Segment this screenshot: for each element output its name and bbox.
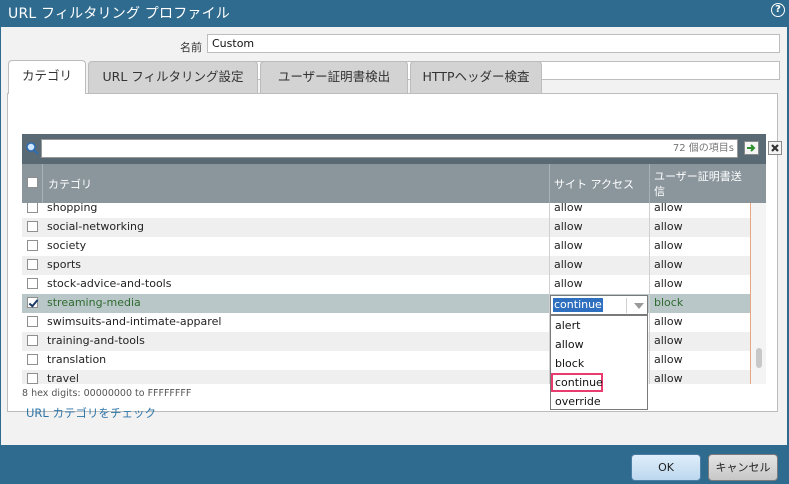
- item-count: 72 個の項目s: [672, 143, 734, 154]
- scrollbar-thumb[interactable]: [756, 348, 762, 368]
- dropdown-option-block[interactable]: block: [551, 354, 647, 373]
- cancel-button[interactable]: キャンセル: [708, 454, 778, 481]
- row-checkbox[interactable]: [27, 335, 38, 346]
- row-checkbox[interactable]: [27, 373, 38, 384]
- tab-category[interactable]: カテゴリ: [8, 60, 86, 94]
- row-checkbox[interactable]: [27, 240, 38, 251]
- row-checkbox[interactable]: [27, 297, 38, 308]
- tab-http-header-inspection[interactable]: HTTPヘッダー検査: [410, 61, 542, 93]
- site-access-combobox[interactable]: continue: [550, 295, 648, 315]
- header-site-access[interactable]: サイト アクセス: [550, 164, 650, 203]
- name-label: 名前: [180, 41, 202, 54]
- row-checkbox[interactable]: [27, 278, 38, 289]
- title-bar: URL フィルタリング プロファイル ?: [0, 0, 789, 27]
- table-row[interactable]: sports allow allow: [22, 256, 750, 275]
- combobox-value[interactable]: continue: [553, 298, 603, 312]
- check-url-category-link[interactable]: URL カテゴリをチェック: [26, 405, 156, 421]
- search-input[interactable]: 72 個の項目s: [41, 139, 738, 158]
- dropdown-option-continue[interactable]: continue: [551, 373, 603, 392]
- table-row[interactable]: social-networking allow allow: [22, 218, 750, 237]
- clear-filter-icon[interactable]: [768, 141, 782, 155]
- tab-url-filtering-settings[interactable]: URL フィルタリング設定: [88, 61, 258, 93]
- table-header: カテゴリ サイト アクセス ユーザー証明書送信: [22, 164, 766, 203]
- search-icon: [26, 142, 39, 155]
- vertical-scrollbar[interactable]: [750, 203, 766, 384]
- row-checkbox[interactable]: [27, 259, 38, 270]
- header-category[interactable]: カテゴリ: [43, 164, 550, 203]
- select-all-checkbox[interactable]: [27, 177, 38, 188]
- window-title: URL フィルタリング プロファイル: [8, 6, 230, 22]
- dropdown-option-allow[interactable]: allow: [551, 335, 647, 354]
- site-access-dropdown: alert allow block continue override: [550, 315, 648, 410]
- table-row[interactable]: stock-advice-and-tools allow allow: [22, 275, 750, 294]
- row-checkbox[interactable]: [27, 316, 38, 327]
- table-row[interactable]: shopping allow allow: [22, 203, 750, 218]
- hex-digits-note: 8 hex digits: 00000000 to FFFFFFFF: [22, 388, 192, 399]
- row-checkbox[interactable]: [27, 203, 38, 213]
- tab-user-credential-detection[interactable]: ユーザー証明書検出: [260, 61, 408, 93]
- apply-filter-icon[interactable]: [744, 141, 759, 155]
- dropdown-option-override[interactable]: override: [551, 392, 647, 411]
- help-icon[interactable]: ?: [771, 3, 785, 17]
- name-input[interactable]: Custom: [207, 34, 780, 53]
- dropdown-option-alert[interactable]: alert: [551, 316, 647, 335]
- grid-toolbar: 72 個の項目s: [22, 134, 782, 164]
- header-select-all[interactable]: [22, 164, 43, 203]
- header-user-credential[interactable]: ユーザー証明書送信: [650, 164, 766, 203]
- chevron-down-icon[interactable]: [634, 303, 644, 309]
- table-row[interactable]: society allow allow: [22, 237, 750, 256]
- ok-button[interactable]: OK: [631, 454, 701, 481]
- row-checkbox[interactable]: [27, 221, 38, 232]
- row-checkbox[interactable]: [27, 354, 38, 365]
